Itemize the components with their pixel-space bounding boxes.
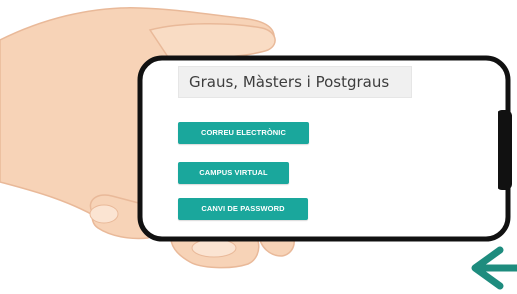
change-password-button[interactable]: CANVI DE PASSWORD: [178, 198, 308, 220]
phone-screen: Graus, Màsters i Postgraus CORREU ELECTR…: [150, 66, 498, 232]
campus-virtual-button[interactable]: CAMPUS VIRTUAL: [178, 162, 289, 184]
hand-thumb: [148, 22, 276, 61]
fingernail: [191, 238, 237, 258]
fingernail: [89, 204, 119, 224]
email-button[interactable]: CORREU ELECTRÒNIC: [178, 122, 309, 144]
page-title: Graus, Màsters i Postgraus: [178, 66, 412, 98]
phone-notch: [496, 110, 512, 190]
illustration: Graus, Màsters i Postgraus CORREU ELECTR…: [0, 0, 517, 294]
